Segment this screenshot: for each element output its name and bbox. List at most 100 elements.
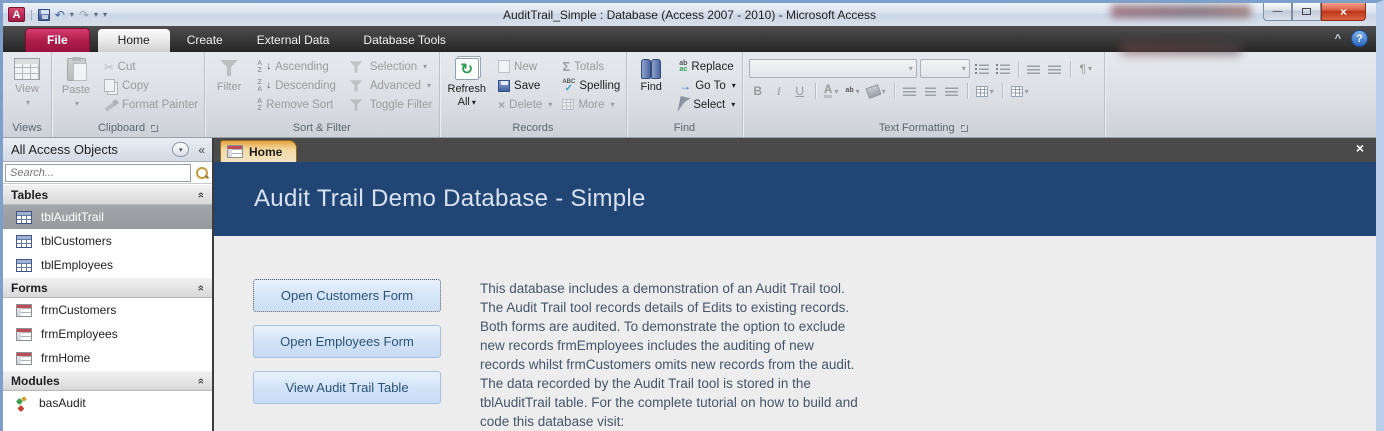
tab-create[interactable]: Create xyxy=(170,29,240,52)
increase-indent-button[interactable] xyxy=(1046,60,1064,78)
format-painter-button[interactable]: Format Painter xyxy=(100,96,202,113)
nav-section-modules[interactable]: Modules » xyxy=(3,370,212,391)
totals-button[interactable]: Σ Totals xyxy=(558,58,624,75)
replace-button[interactable]: ab ac Replace xyxy=(675,58,740,75)
spelling-button[interactable]: ABC ✓ Spelling xyxy=(558,77,624,94)
nav-item-frmEmployees[interactable]: frmEmployees xyxy=(3,322,212,346)
italic-button[interactable]: I xyxy=(770,82,788,100)
dropdown-caret-icon: ▾ xyxy=(908,64,913,73)
table-icon xyxy=(16,210,32,224)
group-label-views: Views xyxy=(12,122,42,134)
navigation-pane: All Access Objects ▾ « Tables » tblAudit… xyxy=(3,138,214,431)
view-audit-trail-table-button[interactable]: View Audit Trail Table xyxy=(253,371,441,404)
filter-button[interactable]: Filter xyxy=(207,55,251,95)
shutter-bar-close-icon[interactable]: « xyxy=(195,143,208,157)
title-bar: A | ↶ ▾ ↷ ▾ ▾ AuditTrail_Simple : Databa… xyxy=(3,3,1376,26)
align-right-button[interactable] xyxy=(943,82,961,100)
gridlines-button[interactable]: ▾ xyxy=(974,82,996,100)
nav-pane-header[interactable]: All Access Objects ▾ « xyxy=(3,138,212,162)
collapse-section-icon[interactable]: » xyxy=(195,377,207,383)
nav-item-tblEmployees[interactable]: tblEmployees xyxy=(3,253,212,277)
numbering-icon xyxy=(995,63,1010,74)
access-app-icon[interactable]: A xyxy=(8,7,25,22)
advanced-button[interactable]: Advanced ▾ xyxy=(342,77,437,94)
close-document-icon[interactable]: × xyxy=(1356,141,1364,155)
selection-button[interactable]: Selection ▾ xyxy=(342,58,437,75)
pilcrow-icon: ¶ xyxy=(1079,61,1086,76)
nav-section-forms[interactable]: Forms » xyxy=(3,277,212,298)
clipboard-dialog-launcher-icon[interactable] xyxy=(151,124,159,132)
select-button[interactable]: Select ▾ xyxy=(675,95,740,114)
minimize-button[interactable]: — xyxy=(1263,3,1292,21)
remove-sort-button[interactable]: AZ Remove Sort xyxy=(253,96,340,113)
decrease-indent-button[interactable] xyxy=(1025,60,1043,78)
text-direction-button[interactable]: ¶ ▾ xyxy=(1077,60,1095,78)
refresh-all-button[interactable]: ↻ Refresh All ▾ xyxy=(442,55,493,110)
cut-button[interactable]: ✂ Cut xyxy=(100,58,202,75)
font-name-combobox[interactable]: ▾ xyxy=(748,59,917,78)
bold-button[interactable]: B xyxy=(749,82,767,100)
document-tab-home[interactable]: Home xyxy=(220,140,298,162)
find-button[interactable]: Find xyxy=(629,55,673,95)
minimize-ribbon-icon[interactable]: ^ xyxy=(1335,33,1341,45)
tab-external-data[interactable]: External Data xyxy=(240,29,347,52)
align-left-button[interactable] xyxy=(901,82,919,100)
font-size-combobox[interactable]: ▾ xyxy=(919,59,970,78)
bullets-button[interactable] xyxy=(973,60,991,78)
maximize-button[interactable] xyxy=(1292,3,1321,21)
selection-icon xyxy=(349,60,363,74)
numbering-button[interactable] xyxy=(994,60,1012,78)
go-to-button[interactable]: → Go To ▾ xyxy=(675,77,740,94)
search-input[interactable] xyxy=(5,164,191,182)
save-record-button[interactable]: Save xyxy=(494,77,556,94)
nav-item-tblAuditTrail[interactable]: tblAuditTrail xyxy=(3,205,212,229)
save-icon[interactable] xyxy=(37,8,50,21)
dropdown-caret-icon: ▾ xyxy=(731,81,736,90)
nav-item-frmCustomers[interactable]: frmCustomers xyxy=(3,298,212,322)
dropdown-caret-icon: ▾ xyxy=(855,86,860,96)
nav-item-basAudit[interactable]: basAudit xyxy=(3,391,212,415)
redo-icon[interactable]: ↷ xyxy=(79,8,89,22)
sort-za-icon: ZA xyxy=(257,78,263,93)
tab-file[interactable]: File xyxy=(25,28,90,52)
close-button[interactable]: × xyxy=(1321,3,1366,21)
view-button[interactable]: View ▾ xyxy=(5,55,49,110)
new-record-button[interactable]: New xyxy=(494,58,556,75)
nav-section-tables[interactable]: Tables » xyxy=(3,184,212,205)
background-color-button[interactable]: ▾ xyxy=(865,82,888,100)
tab-home[interactable]: Home xyxy=(97,29,170,52)
paste-button[interactable]: Paste ▾ xyxy=(54,55,98,111)
undo-icon[interactable]: ↶ xyxy=(55,8,65,22)
align-center-button[interactable] xyxy=(922,82,940,100)
toggle-filter-button[interactable]: Toggle Filter xyxy=(342,96,437,113)
collapse-section-icon[interactable]: » xyxy=(195,284,207,290)
descending-button[interactable]: ZA ↓ Descending xyxy=(253,77,340,94)
collapse-section-icon[interactable]: » xyxy=(195,191,207,197)
form-icon xyxy=(227,145,243,158)
document-tab-bar: Home × xyxy=(214,138,1376,162)
tab-database-tools[interactable]: Database Tools xyxy=(346,29,463,52)
help-icon[interactable]: ? xyxy=(1351,30,1368,47)
more-button[interactable]: More ▾ xyxy=(558,96,624,113)
copy-button[interactable]: Copy xyxy=(100,77,202,94)
text-formatting-dialog-launcher-icon[interactable] xyxy=(960,124,968,132)
alternate-row-color-button[interactable]: ▾ xyxy=(1009,82,1031,100)
customize-qat-icon[interactable]: ▾ xyxy=(103,10,107,19)
delete-record-button[interactable]: × Delete ▾ xyxy=(494,96,556,113)
form-body: Open Customers Form Open Employees Form … xyxy=(214,236,1376,431)
nav-item-frmHome[interactable]: frmHome xyxy=(3,346,212,370)
undo-dropdown-icon[interactable]: ▾ xyxy=(70,10,74,19)
ribbon-group-sort-filter: Filter AZ ↓ Ascending ZA ↓ Descending AZ… xyxy=(205,52,440,137)
open-employees-form-button[interactable]: Open Employees Form xyxy=(253,325,441,358)
nav-item-tblCustomers[interactable]: tblCustomers xyxy=(3,229,212,253)
highlight-button[interactable]: ab ▾ xyxy=(843,82,861,100)
window-controls: — × xyxy=(1263,3,1366,21)
search-icon[interactable] xyxy=(194,165,210,181)
redo-dropdown-icon[interactable]: ▾ xyxy=(94,10,98,19)
toggle-filter-icon xyxy=(349,98,363,112)
nav-pane-menu-icon[interactable]: ▾ xyxy=(172,142,190,157)
open-customers-form-button[interactable]: Open Customers Form xyxy=(253,279,441,312)
underline-button[interactable]: U xyxy=(791,82,809,100)
font-color-button[interactable]: A ▾ xyxy=(822,82,841,100)
ascending-button[interactable]: AZ ↓ Ascending xyxy=(253,58,340,75)
